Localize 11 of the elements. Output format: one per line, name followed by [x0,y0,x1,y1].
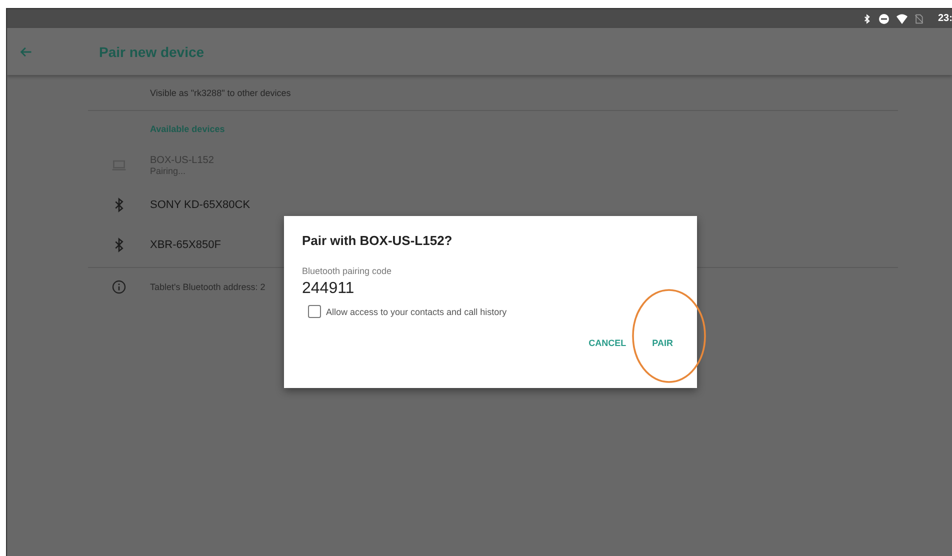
bluetooth-address-text: Tablet's Bluetooth address: 2 [150,282,266,292]
section-header: Available devices [149,123,226,136]
dialog-title: Pair with BOX-US-L152? [302,233,454,248]
page-title: Pair new device [99,44,204,60]
field-label: Bluetooth pairing code [302,266,393,276]
visibility-text: Visible as "rk3288" to other devices [88,75,898,111]
pairing-code: 244911 [302,280,356,298]
device-name: SONY KD-65X80CK [150,199,250,211]
checkbox-label: Allow access to your contacts and call history [326,306,507,316]
clock-time: 23: [938,13,952,24]
device-name: XBR-65X850F [150,239,221,251]
